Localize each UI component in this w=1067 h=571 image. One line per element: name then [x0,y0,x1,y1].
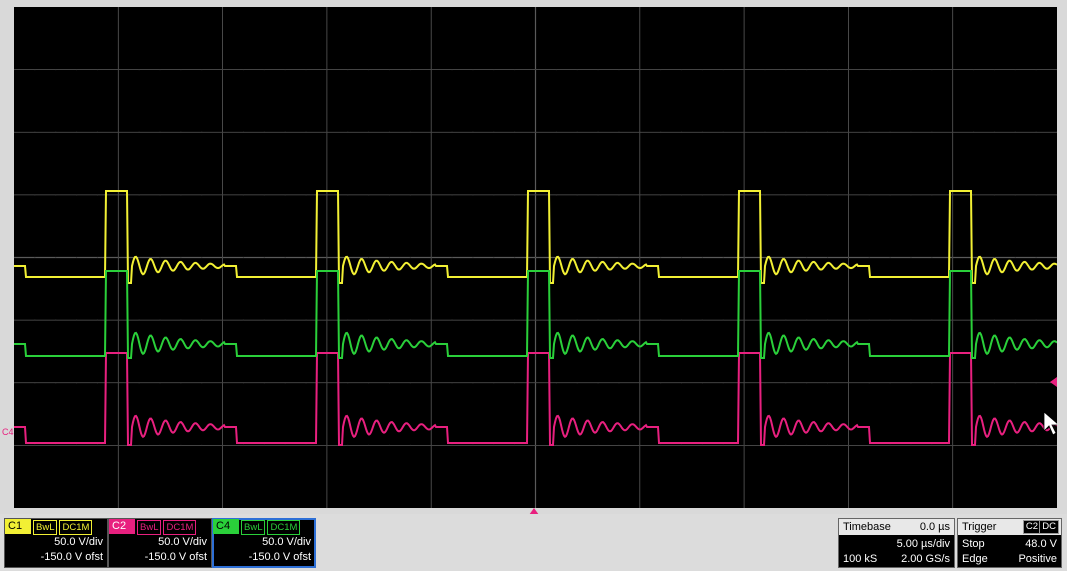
volts-per-div: 50.0 V/div [262,536,311,548]
volts-per-div: 50.0 V/div [158,536,207,548]
trigger-descriptor[interactable]: Trigger C2 DC Stop 48.0 V Edge Positive [957,518,1062,568]
bandwidth-limit-flag: BwL [241,520,266,535]
channel-tag: C4 [213,519,239,534]
trigger-mode: Stop [962,538,985,550]
channel-offset: -150.0 V ofst [248,551,311,563]
coupling-flag: DC1M [267,520,301,535]
channel-tag: C1 [5,519,31,534]
trigger-type: Edge [962,553,988,565]
sample-count: 100 kS [843,553,878,565]
sample-rate: 2.00 GS/s [901,553,950,565]
channel-offset: -150.0 V ofst [144,551,207,563]
channel-descriptor-c4[interactable]: C4 BwL DC1M 50.0 V/div -150.0 V ofst [212,518,316,568]
bandwidth-limit-flag: BwL [33,520,58,535]
timebase-descriptor[interactable]: Timebase 0.0 µs 5.00 µs/div 100 kS 2.00 … [838,518,955,568]
channel-descriptor-c2[interactable]: C2 BwL DC1M 50.0 V/div -150.0 V ofst [108,518,212,568]
channel-tag: C2 [109,519,135,534]
bandwidth-limit-flag: BwL [137,520,162,535]
trigger-level-icon[interactable] [1050,377,1057,387]
trigger-slope: Positive [1018,553,1057,565]
volts-per-div: 50.0 V/div [54,536,103,548]
timebase-delay: 0.0 µs [919,521,950,533]
timebase-label: Timebase [843,521,891,533]
graticule [14,7,1057,508]
time-per-div: 5.00 µs/div [896,538,950,550]
cursor-arrow-icon [1043,411,1057,436]
channel-offset-marker: C4 [2,427,14,437]
waveform-grid [14,7,1057,508]
waveform-display[interactable]: C4 [2,7,1057,508]
status-bar: C1 BwL DC1M 50.0 V/div -150.0 V ofst C2 … [0,514,1067,571]
coupling-flag: DC1M [59,520,93,535]
trigger-source: C2 [1022,520,1041,534]
trigger-level: 48.0 V [1025,538,1057,550]
trigger-coupling: DC [1039,520,1059,534]
timebase-header: Timebase 0.0 µs [839,519,954,535]
trigger-header: Trigger C2 DC [958,519,1061,535]
trigger-label: Trigger [962,521,997,533]
channel-descriptor-c1[interactable]: C1 BwL DC1M 50.0 V/div -150.0 V ofst [4,518,108,568]
channel-offset: -150.0 V ofst [40,551,103,563]
coupling-flag: DC1M [163,520,197,535]
